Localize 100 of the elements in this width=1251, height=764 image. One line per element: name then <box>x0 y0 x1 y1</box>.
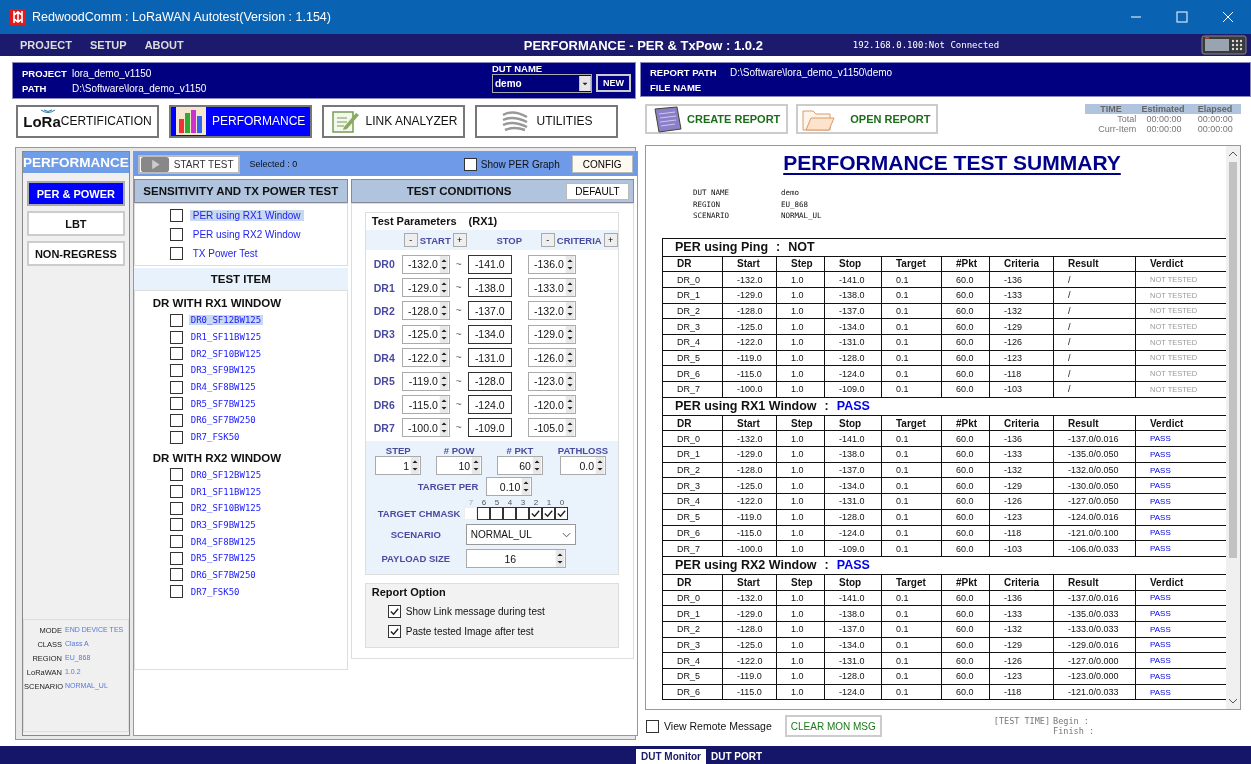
test-item[interactable]: DR4_SF8BW125 <box>188 382 258 393</box>
number-spinner[interactable]: -123.0 <box>527 371 576 391</box>
number-spinner[interactable]: -122.0 <box>401 348 450 368</box>
scrollbar[interactable] <box>1226 146 1240 709</box>
test-item[interactable]: DR7_FSK50 <box>188 432 242 443</box>
config-button[interactable]: CONFIG <box>571 155 633 173</box>
number-spinner[interactable]: 0.0 <box>560 456 606 476</box>
increase-button[interactable]: + <box>452 233 467 247</box>
number-spinner[interactable]: -100.0 <box>401 418 450 438</box>
value-field[interactable]: -124.0 <box>467 395 512 415</box>
checkbox[interactable] <box>169 313 183 327</box>
value-field[interactable]: -138.0 <box>467 278 512 298</box>
bottom-tab[interactable]: DUT Monitor <box>636 749 706 764</box>
checkbox[interactable] <box>169 228 183 241</box>
report-button[interactable]: OPEN REPORT <box>796 104 939 134</box>
number-spinner[interactable]: -132.0 <box>401 254 450 274</box>
checkbox[interactable] <box>169 501 183 515</box>
number-spinner[interactable]: 1 <box>375 456 422 476</box>
menu-item[interactable]: ABOUT <box>144 39 184 51</box>
module-tab[interactable]: UTILITIES <box>475 104 618 138</box>
value-field[interactable]: -128.0 <box>467 371 512 391</box>
value-field[interactable]: -137.0 <box>467 301 512 321</box>
test-item[interactable]: DR2_SF10BW125 <box>188 503 264 514</box>
test-item[interactable]: DR1_SF11BW125 <box>188 332 264 343</box>
number-spinner[interactable]: -132.0 <box>527 301 576 321</box>
checkbox[interactable] <box>169 551 183 565</box>
default-button[interactable]: DEFAULT <box>566 182 629 200</box>
clear-message-button[interactable]: CLEAR MON MSG <box>784 715 882 737</box>
scroll-up-icon[interactable] <box>1228 151 1238 157</box>
checkbox[interactable] <box>169 209 183 222</box>
checkbox[interactable] <box>169 347 183 361</box>
checkbox[interactable] <box>169 485 183 499</box>
test-item[interactable]: DR7_FSK50 <box>188 586 242 597</box>
checkbox[interactable] <box>169 330 183 344</box>
number-spinner[interactable]: -115.0 <box>401 395 450 415</box>
checkbox[interactable] <box>542 507 556 521</box>
number-spinner[interactable]: 16 <box>465 549 566 569</box>
checkbox[interactable] <box>516 507 530 521</box>
test-item[interactable]: DR6_SF7BW250 <box>188 415 258 426</box>
test-item[interactable]: PER using RX2 Window <box>189 229 304 240</box>
sidebar-item[interactable]: PER & POWER <box>26 181 125 206</box>
new-button[interactable]: NEW <box>596 74 631 92</box>
menu-item[interactable]: PROJECT <box>20 39 72 51</box>
number-spinner[interactable]: -128.0 <box>401 301 450 321</box>
dut-name-dropdown[interactable]: demo <box>492 74 592 93</box>
scenario-dropdown[interactable]: NORMAL_UL <box>465 524 576 546</box>
number-spinner[interactable]: -119.0 <box>401 371 450 391</box>
checkbox[interactable] <box>555 507 569 521</box>
checkbox[interactable] <box>503 507 517 521</box>
number-spinner[interactable]: 10 <box>436 456 483 476</box>
test-item[interactable]: DR2_SF10BW125 <box>188 348 264 359</box>
bottom-tab[interactable]: DUT PORT <box>706 749 768 764</box>
sidebar-item[interactable]: LBT <box>26 211 125 236</box>
number-spinner[interactable]: -133.0 <box>527 278 576 298</box>
number-spinner[interactable]: -129.0 <box>527 324 576 344</box>
checkbox[interactable] <box>169 247 183 260</box>
increase-button[interactable]: + <box>603 233 618 247</box>
start-test-button[interactable]: START TEST <box>137 154 240 174</box>
number-spinner[interactable]: -126.0 <box>527 348 576 368</box>
value-field[interactable]: -134.0 <box>467 324 512 344</box>
scroll-down-icon[interactable] <box>1228 698 1238 704</box>
test-item[interactable]: TX Power Test <box>189 248 261 259</box>
test-item[interactable]: DR0_SF12BW125 <box>188 315 264 326</box>
test-item[interactable]: DR4_SF8BW125 <box>188 536 258 547</box>
report-button[interactable]: CREATE REPORT <box>645 104 789 134</box>
checkbox[interactable] <box>169 535 183 549</box>
checkbox[interactable] <box>463 157 477 171</box>
test-item[interactable]: DR5_SF7BW125 <box>188 553 258 564</box>
instrument-icon[interactable] <box>1201 35 1247 55</box>
number-spinner[interactable]: -136.0 <box>527 254 576 274</box>
module-tab[interactable]: PERFORMANCE <box>169 104 312 138</box>
checkbox[interactable] <box>169 413 183 427</box>
number-spinner[interactable]: -129.0 <box>401 278 450 298</box>
test-item[interactable]: DR0_SF12BW125 <box>188 469 264 480</box>
checkbox[interactable] <box>169 430 183 444</box>
test-item[interactable]: DR3_SF9BW125 <box>188 365 258 376</box>
test-item[interactable]: DR5_SF7BW125 <box>188 398 258 409</box>
checkbox[interactable] <box>477 507 491 521</box>
number-spinner[interactable]: 60 <box>496 456 543 476</box>
decrease-button[interactable]: - <box>403 233 418 247</box>
checkbox[interactable] <box>529 507 543 521</box>
number-spinner[interactable]: -125.0 <box>401 324 450 344</box>
checkbox[interactable] <box>169 363 183 377</box>
test-item[interactable]: DR6_SF7BW250 <box>188 569 258 580</box>
number-spinner[interactable]: -105.0 <box>527 418 576 438</box>
module-tab[interactable]: LINK ANALYZER <box>322 104 465 138</box>
test-item[interactable]: PER using RX1 Window <box>189 210 304 221</box>
number-spinner[interactable]: -120.0 <box>527 395 576 415</box>
menu-item[interactable]: SETUP <box>89 39 127 51</box>
value-field[interactable]: -109.0 <box>467 418 512 438</box>
checkbox[interactable] <box>646 719 659 733</box>
checkbox[interactable] <box>387 624 401 638</box>
test-item[interactable]: DR1_SF11BW125 <box>188 486 264 497</box>
checkbox[interactable] <box>169 468 183 482</box>
checkbox[interactable] <box>169 568 183 582</box>
value-field[interactable]: -141.0 <box>467 254 512 274</box>
checkbox[interactable] <box>490 507 504 521</box>
decrease-button[interactable]: - <box>540 233 555 247</box>
checkbox[interactable] <box>169 397 183 411</box>
checkbox[interactable] <box>169 518 183 532</box>
